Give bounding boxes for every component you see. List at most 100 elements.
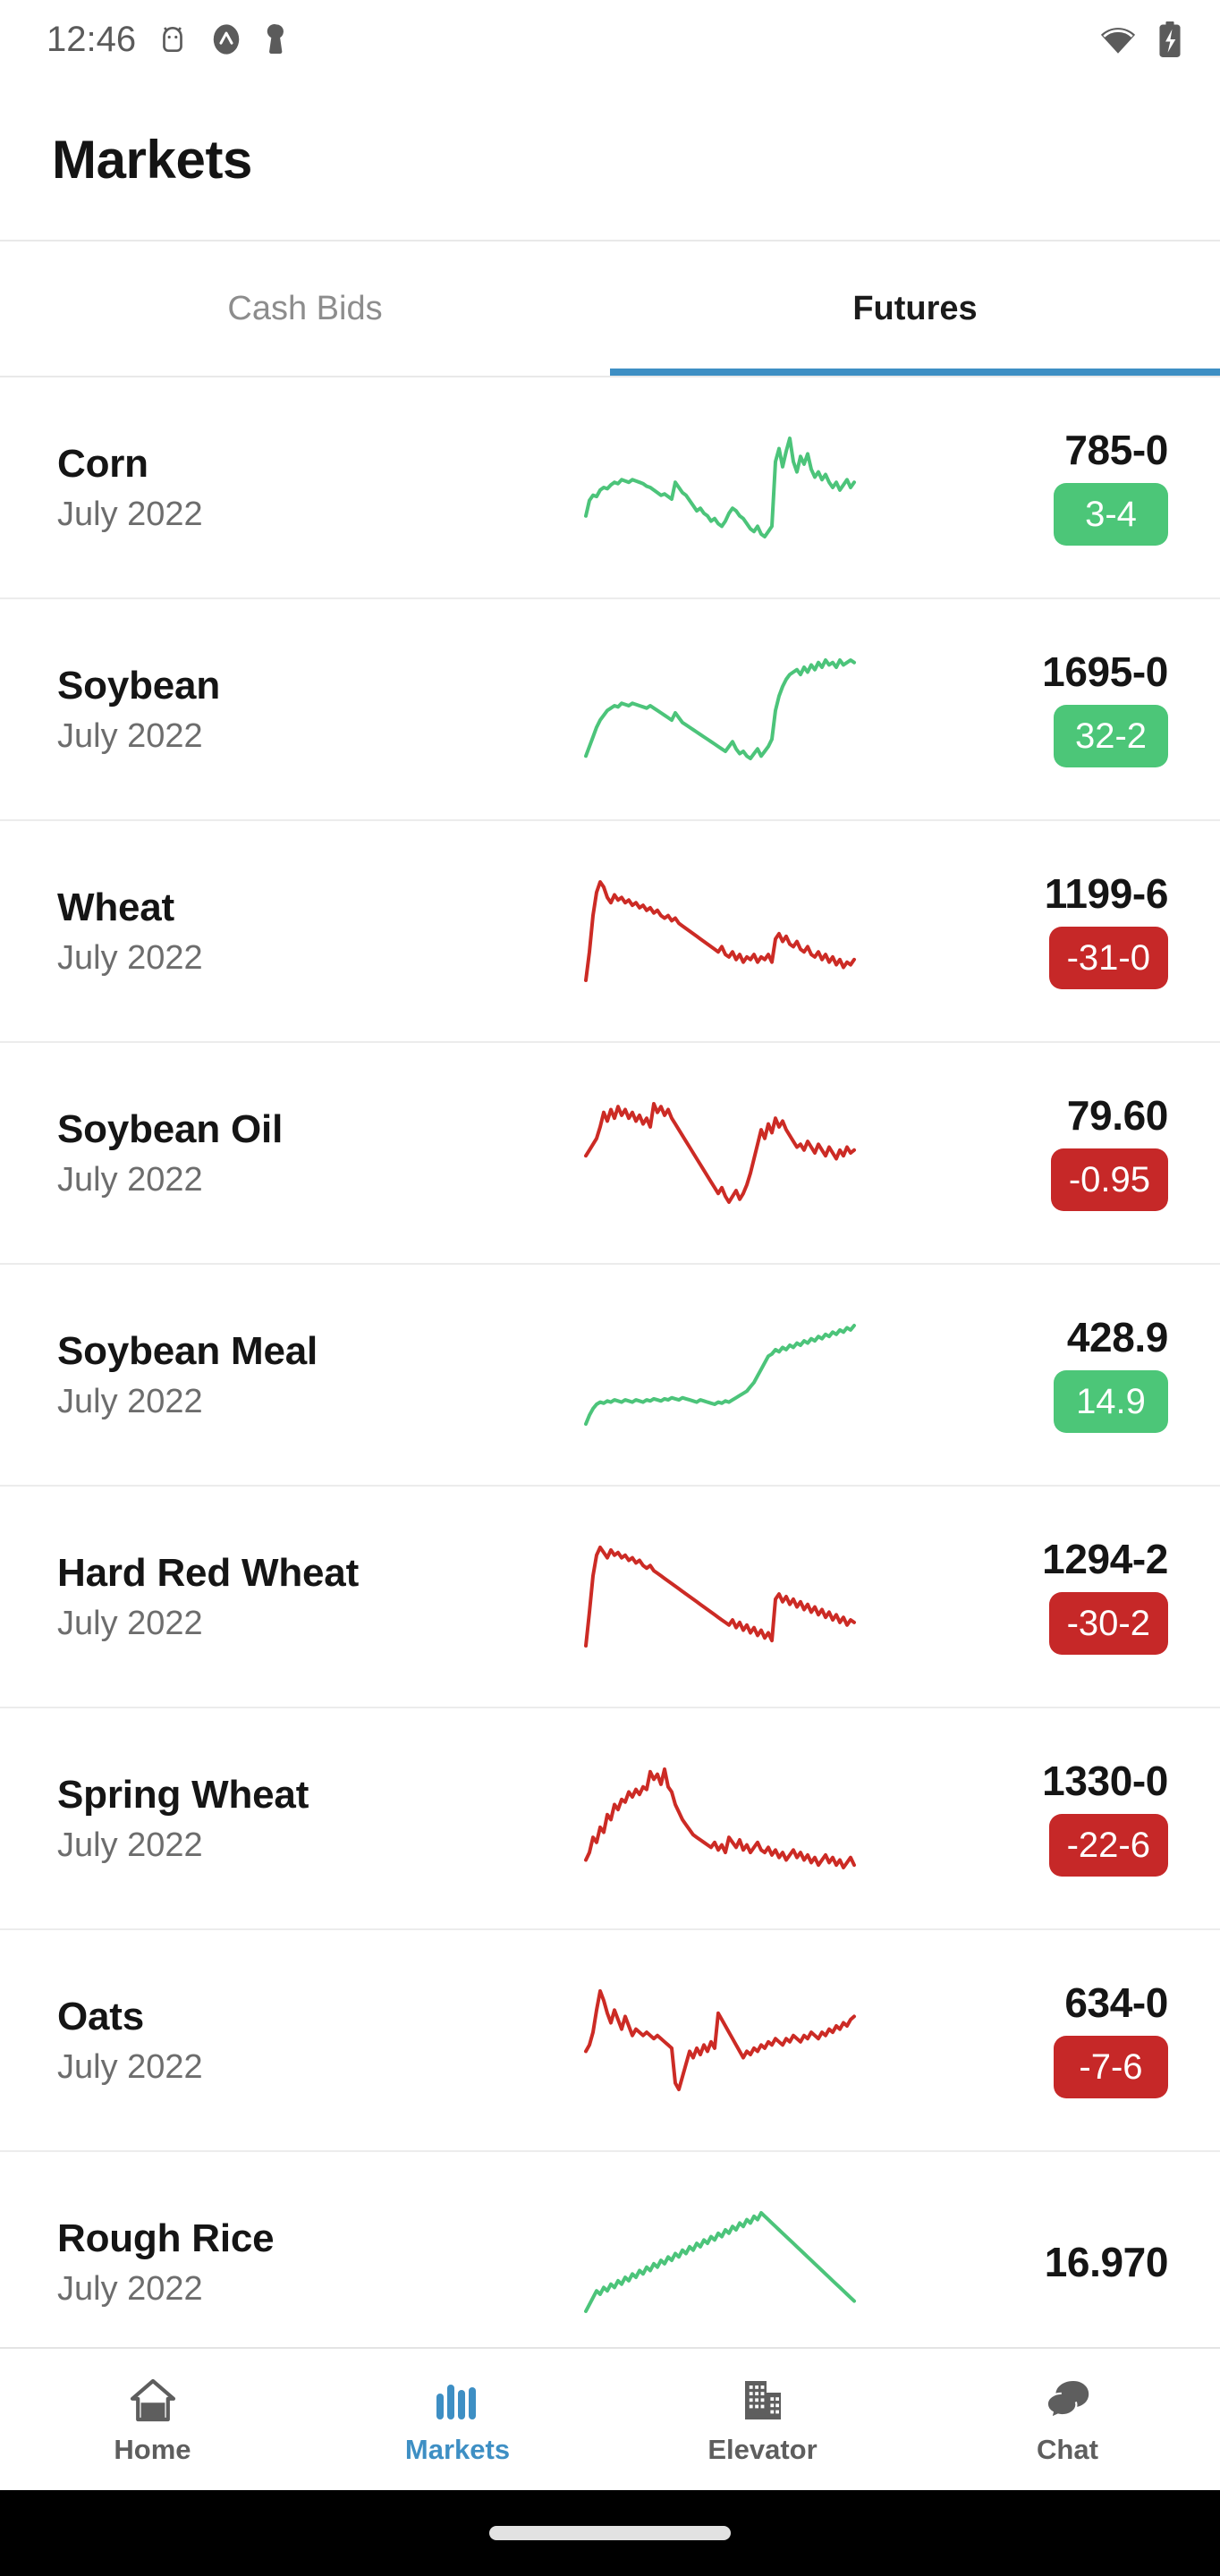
change-badge: -0.95 [1050, 1148, 1168, 1211]
row-identity: Oats July 2022 [57, 1995, 478, 2087]
contract-month: July 2022 [57, 1826, 203, 1864]
last-price: 1330-0 [1042, 1758, 1168, 1804]
status-bar: 12:46 [0, 0, 1220, 79]
status-bar-right [1098, 21, 1182, 58]
row-identity: Hard Red Wheat July 2022 [57, 1551, 478, 1643]
android-debug-icon [156, 22, 190, 56]
contract-month: July 2022 [57, 495, 203, 533]
contract-month: July 2022 [57, 938, 203, 977]
nav-item-home-label: Home [114, 2434, 191, 2465]
tab-futures[interactable]: Futures [610, 242, 1220, 376]
contract-month: July 2022 [57, 716, 203, 755]
wifi-icon [1098, 22, 1138, 56]
row-quote: 1294-2 -30-2 [945, 1538, 1168, 1655]
commodity-name: Hard Red Wheat [57, 1550, 360, 1595]
tab-cash-bids[interactable]: Cash Bids [0, 242, 610, 376]
last-price: 79.60 [1066, 1092, 1169, 1139]
page-title: Markets [52, 129, 252, 190]
table-row[interactable]: Hard Red Wheat July 2022 1294-2 -30-2 [0, 1487, 1220, 1708]
commodity-name: Corn [57, 441, 148, 486]
sparkline-chart [478, 2195, 945, 2329]
last-price: 1695-0 [1042, 648, 1168, 695]
change-badge: -30-2 [1048, 1592, 1168, 1655]
home-icon [130, 2373, 176, 2423]
row-identity: Soybean July 2022 [57, 664, 478, 756]
building-icon [740, 2373, 786, 2423]
table-row[interactable]: Corn July 2022 785-0 3-4 [0, 377, 1220, 599]
contract-month: July 2022 [57, 1160, 203, 1199]
contract-month: July 2022 [57, 2269, 203, 2308]
nav-item-chat[interactable]: Chat [915, 2349, 1220, 2490]
contract-month: July 2022 [57, 1382, 203, 1420]
nav-item-home[interactable]: Home [0, 2349, 305, 2490]
row-quote: 79.60 -0.95 [945, 1095, 1168, 1211]
commodity-name: Oats [57, 1994, 145, 2038]
row-quote: 634-0 -7-6 [945, 1982, 1168, 2098]
last-price: 1294-2 [1042, 1536, 1168, 1582]
change-badge: -31-0 [1048, 927, 1168, 989]
battery-charging-icon [1157, 21, 1182, 58]
table-row[interactable]: Wheat July 2022 1199-6 -31-0 [0, 821, 1220, 1043]
row-identity: Spring Wheat July 2022 [57, 1773, 478, 1865]
table-row[interactable]: Oats July 2022 634-0 -7-6 [0, 1930, 1220, 2152]
row-identity: Rough Rice July 2022 [57, 2216, 478, 2309]
commodity-name: Wheat [57, 885, 175, 929]
bar-chart-icon [435, 2373, 481, 2423]
futures-list[interactable]: Corn July 2022 785-0 3-4 Soybean July 2022 169… [0, 377, 1220, 2347]
contract-month: July 2022 [57, 1604, 203, 1642]
app-bar: Markets [0, 79, 1220, 242]
row-identity: Wheat July 2022 [57, 886, 478, 978]
sparkline-chart [478, 1308, 945, 1442]
change-badge: 3-4 [1054, 483, 1168, 546]
tab-futures-label: Futures [852, 289, 978, 327]
nav-item-elevator-label: Elevator [707, 2434, 818, 2465]
table-row[interactable]: Rough Rice July 2022 16.970 [0, 2152, 1220, 2347]
bottom-navigation: Home Markets Elevator Chat [0, 2347, 1220, 2490]
chat-icon [1045, 2373, 1091, 2423]
table-row[interactable]: Spring Wheat July 2022 1330-0 -22-6 [0, 1708, 1220, 1930]
nav-item-markets[interactable]: Markets [305, 2349, 610, 2490]
tab-bar: Cash Bids Futures [0, 242, 1220, 377]
change-badge: 14.9 [1054, 1370, 1168, 1433]
table-row[interactable]: Soybean July 2022 1695-0 32-2 [0, 599, 1220, 821]
sparkline-chart [478, 864, 945, 998]
row-quote: 785-0 3-4 [945, 429, 1168, 546]
commodity-name: Rough Rice [57, 2216, 275, 2260]
last-price: 16.970 [1044, 2239, 1169, 2285]
commodity-name: Soybean Oil [57, 1106, 284, 1151]
change-badge: -7-6 [1054, 2036, 1168, 2098]
nav-item-markets-label: Markets [404, 2434, 511, 2465]
keyhole-icon [263, 22, 290, 56]
row-quote: 428.9 14.9 [945, 1317, 1168, 1433]
row-quote: 1330-0 -22-6 [945, 1760, 1168, 1877]
system-gesture-bar [0, 2490, 1220, 2576]
nav-item-elevator[interactable]: Elevator [610, 2349, 915, 2490]
row-identity: Soybean Meal July 2022 [57, 1329, 478, 1421]
sparkline-chart [478, 1973, 945, 2107]
commodity-name: Soybean Meal [57, 1328, 318, 1373]
status-bar-clock: 12:46 [47, 20, 137, 59]
commodity-name: Spring Wheat [57, 1772, 309, 1817]
row-quote: 1695-0 32-2 [945, 651, 1168, 767]
last-price: 785-0 [1064, 427, 1168, 473]
contract-month: July 2022 [57, 2047, 203, 2086]
sparkline-chart [478, 1751, 945, 1885]
table-row[interactable]: Soybean Oil July 2022 79.60 -0.95 [0, 1043, 1220, 1265]
row-quote: 1199-6 -31-0 [945, 873, 1168, 989]
app-screen: 12:46 Markets Cash Bids Futures Corn Jul… [0, 0, 1220, 2576]
status-bar-left: 12:46 [47, 21, 290, 57]
last-price: 634-0 [1064, 1979, 1168, 2026]
sparkline-chart [478, 1530, 945, 1664]
sparkline-chart [478, 1086, 945, 1220]
sparkline-chart [478, 642, 945, 776]
table-row[interactable]: Soybean Meal July 2022 428.9 14.9 [0, 1265, 1220, 1487]
last-price: 1199-6 [1044, 870, 1169, 917]
change-badge: -22-6 [1048, 1814, 1168, 1877]
row-identity: Soybean Oil July 2022 [57, 1107, 478, 1199]
row-quote: 16.970 [945, 2239, 1169, 2285]
app-badge-icon [209, 22, 243, 56]
nav-item-chat-label: Chat [1037, 2434, 1098, 2465]
sparkline-chart [478, 420, 945, 555]
home-gesture-pill[interactable] [489, 2526, 731, 2540]
last-price: 428.9 [1066, 1314, 1169, 1360]
